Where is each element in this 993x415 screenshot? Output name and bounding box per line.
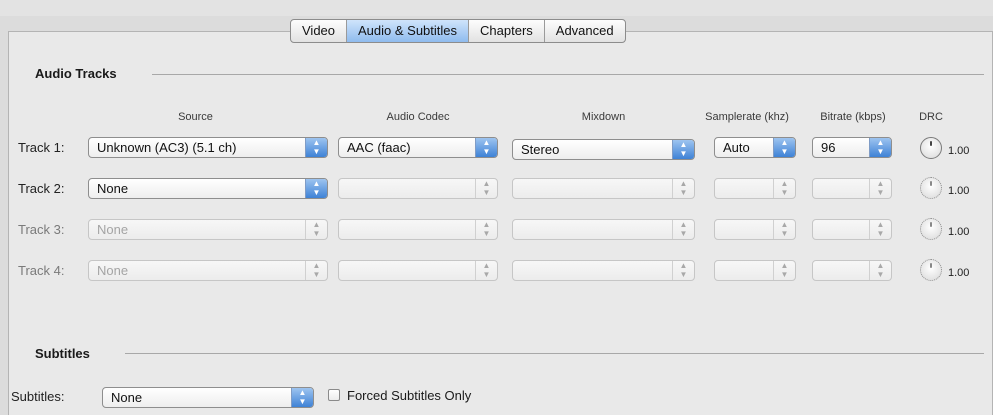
track-1-label: Track 1: [18, 140, 65, 155]
popup-arrows-icon: ▲ ▼ [672, 179, 694, 198]
codec-column-header: Audio Codec [386, 111, 450, 123]
track-2-source-select[interactable]: None ▲ ▼ [88, 178, 328, 199]
popup-arrows-icon: ▲ ▼ [869, 220, 891, 239]
popup-arrows-icon: ▲ ▼ [475, 138, 497, 157]
popup-arrows-icon: ▲ ▼ [869, 261, 891, 280]
popup-arrows-icon: ▲ ▼ [475, 179, 497, 198]
track-4-source-value: None [97, 263, 129, 278]
track-3-mixdown-select[interactable]: ▲ ▼ [512, 219, 695, 240]
subtitles-section-divider [125, 353, 984, 354]
track-2-drc-value: 1.00 [948, 185, 970, 197]
track-4-bitrate-select[interactable]: ▲ ▼ [812, 260, 892, 281]
knob-indicator-icon [930, 222, 932, 227]
popup-arrows-icon: ▲ ▼ [305, 261, 327, 280]
subtitles-value: None [111, 390, 143, 405]
title-bar-strip [0, 0, 993, 16]
track-3-codec-select[interactable]: ▲ ▼ [338, 219, 498, 240]
popup-arrows-icon: ▲ ▼ [773, 261, 795, 280]
track-4-mixdown-select[interactable]: ▲ ▼ [512, 260, 695, 281]
popup-arrows-icon: ▲ ▼ [672, 261, 694, 280]
popup-arrows-icon: ▲ ▼ [305, 138, 327, 157]
audio-section-divider [152, 74, 984, 75]
track-4-source-select[interactable]: None ▲ ▼ [88, 260, 328, 281]
track-2-source-value: None [97, 181, 129, 196]
track-3-source-value: None [97, 222, 129, 237]
track-1-samplerate-value: Auto [723, 140, 750, 155]
audio-tracks-title: Audio Tracks [35, 66, 117, 81]
track-1-source-value: Unknown (AC3) (5.1 ch) [97, 140, 237, 155]
mixdown-column-header: Mixdown [581, 111, 626, 123]
track-3-label: Track 3: [18, 222, 65, 237]
subtitles-label: Subtitles: [11, 389, 65, 404]
track-4-label: Track 4: [18, 263, 65, 278]
popup-arrows-icon: ▲ ▼ [475, 261, 497, 280]
popup-arrows-icon: ▲ ▼ [773, 179, 795, 198]
subtitles-title: Subtitles [35, 346, 90, 361]
subtitles-select[interactable]: None ▲ ▼ [102, 387, 314, 408]
popup-arrows-icon: ▲ ▼ [291, 388, 313, 407]
bitrate-column-header: Bitrate (kbps) [820, 111, 886, 123]
track-1-drc-knob[interactable] [920, 137, 942, 159]
track-1-bitrate-value: 96 [821, 140, 836, 155]
popup-arrows-icon: ▲ ▼ [869, 138, 891, 157]
track-3-samplerate-select[interactable]: ▲ ▼ [714, 219, 796, 240]
drc-column-header: DRC [919, 111, 943, 123]
track-2-mixdown-select[interactable]: ▲ ▼ [512, 178, 695, 199]
track-4-codec-select[interactable]: ▲ ▼ [338, 260, 498, 281]
track-4-samplerate-select[interactable]: ▲ ▼ [714, 260, 796, 281]
knob-indicator-icon [930, 181, 932, 186]
track-2-label: Track 2: [18, 181, 65, 196]
track-4-drc-value: 1.00 [948, 267, 970, 279]
track-3-bitrate-select[interactable]: ▲ ▼ [812, 219, 892, 240]
track-2-bitrate-select[interactable]: ▲ ▼ [812, 178, 892, 199]
tab-video[interactable]: Video [291, 20, 348, 42]
popup-arrows-icon: ▲ ▼ [773, 220, 795, 239]
track-1-drc-value: 1.00 [948, 145, 970, 157]
track-3-drc-knob[interactable] [920, 218, 942, 240]
popup-arrows-icon: ▲ ▼ [773, 138, 795, 157]
track-2-samplerate-select[interactable]: ▲ ▼ [714, 178, 796, 199]
track-1-source-select[interactable]: Unknown (AC3) (5.1 ch) ▲ ▼ [88, 137, 328, 158]
popup-arrows-icon: ▲ ▼ [305, 179, 327, 198]
track-1-samplerate-select[interactable]: Auto ▲ ▼ [714, 137, 796, 158]
tab-audio-subtitles[interactable]: Audio & Subtitles [347, 20, 470, 42]
track-1-codec-value: AAC (faac) [347, 140, 411, 155]
track-3-drc-value: 1.00 [948, 226, 970, 238]
knob-indicator-icon [930, 263, 932, 268]
popup-arrows-icon: ▲ ▼ [869, 179, 891, 198]
tab-chapters[interactable]: Chapters [469, 20, 545, 42]
track-2-codec-select[interactable]: ▲ ▼ [338, 178, 498, 199]
popup-arrows-icon: ▲ ▼ [305, 220, 327, 239]
knob-indicator-icon [930, 141, 932, 146]
track-3-source-select[interactable]: None ▲ ▼ [88, 219, 328, 240]
source-column-header: Source [178, 111, 213, 123]
forced-subtitles-label[interactable]: Forced Subtitles Only [347, 388, 471, 403]
track-2-drc-knob[interactable] [920, 177, 942, 199]
tab-bar: Video Audio & Subtitles Chapters Advance… [290, 19, 626, 43]
forced-subtitles-checkbox[interactable] [328, 389, 340, 401]
track-1-mixdown-value: Stereo [521, 142, 560, 157]
track-1-mixdown-select[interactable]: Stereo ▲ ▼ [512, 139, 695, 160]
popup-arrows-icon: ▲ ▼ [475, 220, 497, 239]
track-1-codec-select[interactable]: AAC (faac) ▲ ▼ [338, 137, 498, 158]
popup-arrows-icon: ▲ ▼ [672, 220, 694, 239]
track-1-bitrate-select[interactable]: 96 ▲ ▼ [812, 137, 892, 158]
popup-arrows-icon: ▲ ▼ [672, 140, 694, 159]
track-4-drc-knob[interactable] [920, 259, 942, 281]
tab-advanced[interactable]: Advanced [545, 20, 625, 42]
samplerate-column-header: Samplerate (khz) [705, 111, 789, 123]
